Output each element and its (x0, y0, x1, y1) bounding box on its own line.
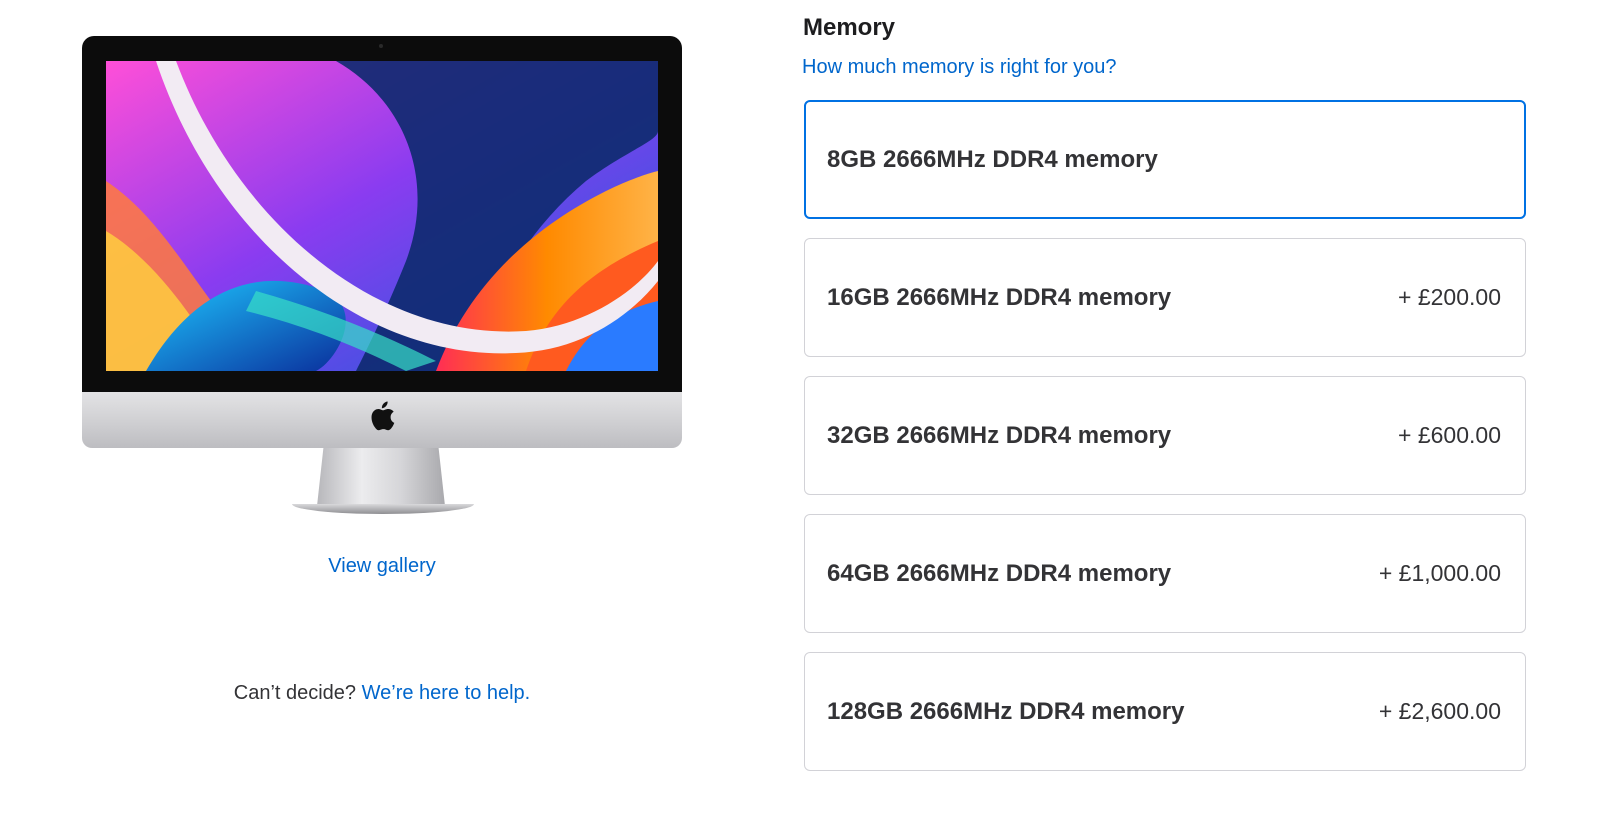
wallpaper-screen (106, 61, 658, 371)
monitor-stand (317, 448, 445, 506)
view-gallery-link[interactable]: View gallery (282, 555, 482, 578)
camera-dot (379, 44, 383, 48)
memory-section-title: Memory (803, 14, 896, 41)
option-price: + £600.00 (1398, 422, 1501, 448)
memory-option-128gb[interactable]: 128GB 2666MHz DDR4 memory + £2,600.00 (804, 652, 1526, 771)
monitor-bezel (82, 36, 682, 392)
apple-logo-icon (371, 401, 395, 431)
option-price: + £2,600.00 (1378, 698, 1501, 724)
option-price: + £1,000.00 (1378, 560, 1501, 586)
option-label: 8GB 2666MHz DDR4 memory (827, 145, 1158, 173)
option-label: 64GB 2666MHz DDR4 memory (827, 559, 1172, 587)
option-price: + £200.00 (1398, 284, 1501, 310)
option-label: 16GB 2666MHz DDR4 memory (827, 283, 1172, 311)
memory-option-32gb[interactable]: 32GB 2666MHz DDR4 memory + £600.00 (804, 376, 1526, 495)
wallpaper-art (106, 61, 658, 371)
monitor-stand-foot (292, 504, 474, 514)
memory-option-64gb[interactable]: 64GB 2666MHz DDR4 memory + £1,000.00 (804, 514, 1526, 633)
option-label: 32GB 2666MHz DDR4 memory (827, 421, 1172, 449)
help-link[interactable]: We’re here to help. (362, 682, 531, 704)
memory-help-link[interactable]: How much memory is right for you? (802, 56, 1117, 79)
memory-options-list: 8GB 2666MHz DDR4 memory 16GB 2666MHz DDR… (804, 100, 1526, 790)
imac-product-image (82, 36, 682, 516)
help-prompt-text: Can’t decide? (233, 682, 357, 704)
memory-option-16gb[interactable]: 16GB 2666MHz DDR4 memory + £200.00 (804, 238, 1526, 357)
configurator-page: View gallery Can’t decide? We’re here to… (0, 0, 1600, 816)
memory-option-8gb[interactable]: 8GB 2666MHz DDR4 memory (804, 100, 1526, 219)
help-line: Can’t decide? We’re here to help. (152, 682, 612, 705)
option-label: 128GB 2666MHz DDR4 memory (827, 697, 1185, 725)
